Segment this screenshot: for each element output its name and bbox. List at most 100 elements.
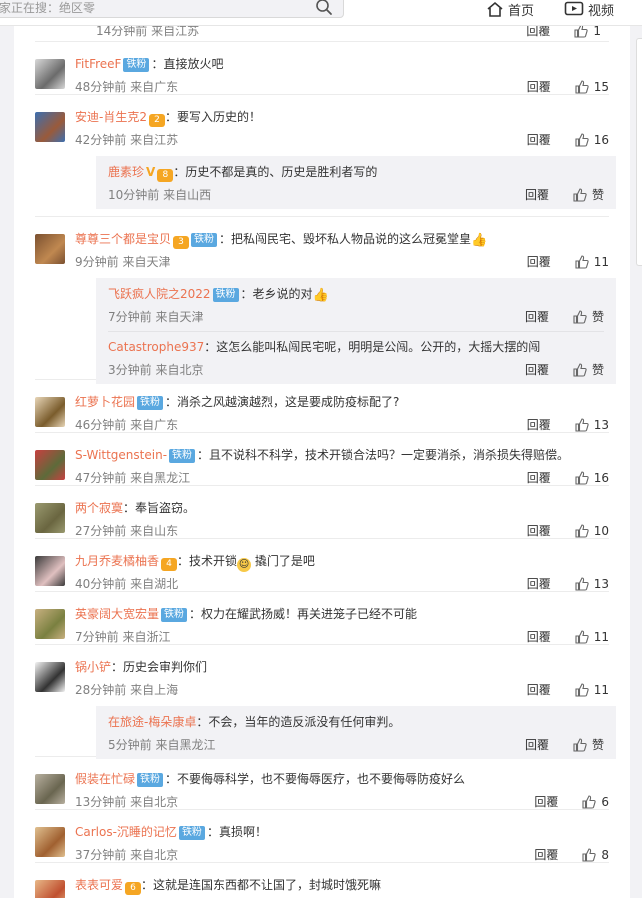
- user-name[interactable]: S-Wittgenstein-: [75, 448, 167, 462]
- avatar[interactable]: [35, 662, 65, 692]
- comment-item: 红萝卜花园 铁粉 ：消杀之风越演越烈，这是要成防疫标配了? 46分钟前 来自广东 回覆 …: [35, 380, 609, 433]
- nav-video[interactable]: 视频: [564, 0, 614, 19]
- reply-button[interactable]: 回覆: [527, 416, 551, 433]
- reply-meta: 5分钟前 来自黑龙江: [108, 738, 216, 752]
- user-name[interactable]: 两个寂寞: [75, 501, 123, 515]
- like-button[interactable]: 赞: [573, 361, 604, 378]
- user-name[interactable]: 在旅途-梅朵康卓: [108, 715, 196, 729]
- like-button[interactable]: 15: [575, 80, 609, 94]
- fan-badge: 铁粉: [137, 396, 164, 410]
- reply-item: 在旅途-梅朵康卓：不会，当年的造反派没有任何审判。: [108, 714, 400, 730]
- thumbs-up-icon: [575, 417, 589, 432]
- user-name[interactable]: 九月乔麦橘柚香: [75, 554, 159, 568]
- like-button[interactable]: 赞: [573, 308, 604, 325]
- search-icon[interactable]: [315, 0, 333, 16]
- fan-badge: 铁粉: [191, 233, 218, 247]
- fan-badge: 铁粉: [169, 449, 196, 463]
- comment-meta: 42分钟前 来自江苏: [75, 133, 179, 147]
- reply-button[interactable]: 回覆: [527, 575, 551, 592]
- like-button[interactable]: 16: [575, 471, 609, 485]
- fan-badge: 铁粉: [212, 288, 239, 302]
- like-button[interactable]: 11: [575, 630, 609, 644]
- like-button[interactable]: 13: [575, 577, 609, 591]
- avatar[interactable]: [35, 234, 65, 264]
- reply-button[interactable]: 回覆: [525, 736, 549, 753]
- avatar[interactable]: [35, 609, 65, 639]
- avatar[interactable]: [35, 112, 65, 142]
- reply-button[interactable]: 回覆: [534, 846, 558, 863]
- like-button[interactable]: 11: [575, 683, 609, 697]
- comment-meta: 47分钟前 来自黑龙江: [75, 471, 191, 485]
- reply-button[interactable]: 回覆: [525, 186, 549, 203]
- thumbs-up-emoji-icon: 👍: [312, 288, 329, 303]
- like-count: 11: [593, 682, 609, 697]
- verified-icon: V: [146, 165, 156, 179]
- avatar[interactable]: [35, 450, 65, 480]
- like-button[interactable]: 13: [575, 418, 609, 432]
- emoji-icon: ☺: [237, 558, 252, 572]
- avatar[interactable]: [35, 556, 65, 586]
- like-button[interactable]: 16: [575, 133, 609, 147]
- comment-meta: 37分钟前 来自北京: [75, 848, 179, 862]
- reply-button[interactable]: 回覆: [527, 681, 551, 698]
- avatar[interactable]: [35, 827, 65, 857]
- user-name[interactable]: 安迪-肖生克2: [75, 110, 147, 124]
- reply-button[interactable]: 回覆: [534, 793, 558, 810]
- comment-text: ：直接放火吧: [151, 57, 224, 71]
- comment-item: 锅小铲：历史会审判你们 28分钟前 来自上海 回覆 11 在旅途-梅朵康卓：不会，当年…: [35, 645, 616, 759]
- user-name[interactable]: Carlos-沉睡的记忆: [75, 825, 177, 839]
- comment-item: 安迪-肖生克2 2 ：要写入历史的！ 42分钟前 来自江苏 回覆 16 鹿素珍 V 8 ：历史不…: [35, 95, 616, 217]
- like-count: 15: [593, 79, 609, 94]
- comment-item: 英豪阔大宽宏量 铁粉 ：权力在耀武扬威！再关进笼子已经不可能 7分钟前 来自浙江 回覆 …: [35, 592, 609, 645]
- reply-button[interactable]: 回覆: [527, 131, 551, 148]
- nav-home[interactable]: 首页: [486, 0, 535, 19]
- reply-button[interactable]: 回覆: [525, 308, 549, 325]
- user-name[interactable]: 飞跃疯人院之2022: [108, 287, 211, 301]
- reply-button[interactable]: 回覆: [527, 253, 551, 270]
- reply-meta: 3分钟前 来自北京: [108, 363, 204, 377]
- reply-button[interactable]: 回覆: [527, 522, 551, 539]
- comment-text: ：真损啊！: [206, 825, 267, 839]
- comment-text: ：奉旨盗窃。: [123, 501, 196, 515]
- reply-button[interactable]: 回覆: [527, 628, 551, 645]
- avatar[interactable]: [35, 397, 65, 427]
- like-count: 赞: [591, 363, 604, 377]
- user-name[interactable]: 表表可爱: [75, 878, 123, 892]
- comment-text: ：不会，当年的造反派没有任何审判。: [196, 715, 401, 729]
- like-button[interactable]: 10: [575, 524, 609, 538]
- like-button[interactable]: 11: [575, 255, 609, 269]
- user-name[interactable]: FitFreeF: [75, 57, 121, 71]
- reply-button[interactable]: 回覆: [527, 469, 551, 486]
- user-name[interactable]: 锅小铲: [75, 660, 111, 674]
- avatar[interactable]: [35, 503, 65, 533]
- user-name[interactable]: 英豪阔大宽宏量: [75, 607, 159, 621]
- comment-item: 两个寂寞：奉旨盗窃。 27分钟前 来自山东 回覆 10: [35, 486, 609, 539]
- user-name[interactable]: 尊尊三个都是宝贝: [75, 232, 171, 246]
- top-navigation-bar: 家正在搜：绝区零 首页 视频: [0, 0, 642, 26]
- vip-level-badge: 8: [157, 169, 174, 182]
- comment-item: 九月乔麦橘柚香 4 ：技术开锁 ☺ 撬门了是吧 40分钟前 来自湖北 回覆 13: [35, 539, 609, 592]
- avatar[interactable]: [35, 59, 65, 89]
- avatar[interactable]: [35, 880, 65, 898]
- user-name[interactable]: Catastrophe937: [108, 340, 204, 354]
- reply-button[interactable]: 回覆: [525, 361, 549, 378]
- fan-badge: 铁粉: [161, 608, 188, 622]
- like-button[interactable]: 8: [582, 848, 609, 862]
- user-name[interactable]: 红萝卜花园: [75, 395, 135, 409]
- comment-item: 表表可爱6：这就是连国东西都不让国了，封城时饿死嘛41分钟前 来自美国回覆 11: [35, 863, 609, 898]
- comment-text: ：不要侮辱科学，也不要侮辱医疗，也不要侮辱防疫好么: [165, 772, 466, 786]
- like-button[interactable]: 赞: [573, 736, 604, 753]
- reply-button[interactable]: 回覆: [527, 78, 551, 95]
- fan-badge: 铁粉: [123, 58, 150, 72]
- comment-item: Carlos-沉睡的记忆 铁粉 ：真损啊！ 37分钟前 来自北京 回覆 8: [35, 810, 609, 863]
- user-name[interactable]: 假装在忙碌: [75, 772, 135, 786]
- like-button[interactable]: 赞: [573, 186, 604, 203]
- nav-home-label: 首页: [508, 3, 535, 19]
- user-name[interactable]: 鹿素珍: [108, 165, 144, 179]
- avatar[interactable]: [35, 774, 65, 804]
- search-box[interactable]: 家正在搜：绝区零: [0, 0, 344, 18]
- like-button[interactable]: 6: [582, 795, 609, 809]
- reply-list: 鹿素珍 V 8 ：历史不都是真的、历史是胜利者写的 10分钟前 来自山西 回覆 赞: [96, 156, 616, 209]
- video-icon: [564, 1, 584, 16]
- like-count: 13: [593, 576, 609, 591]
